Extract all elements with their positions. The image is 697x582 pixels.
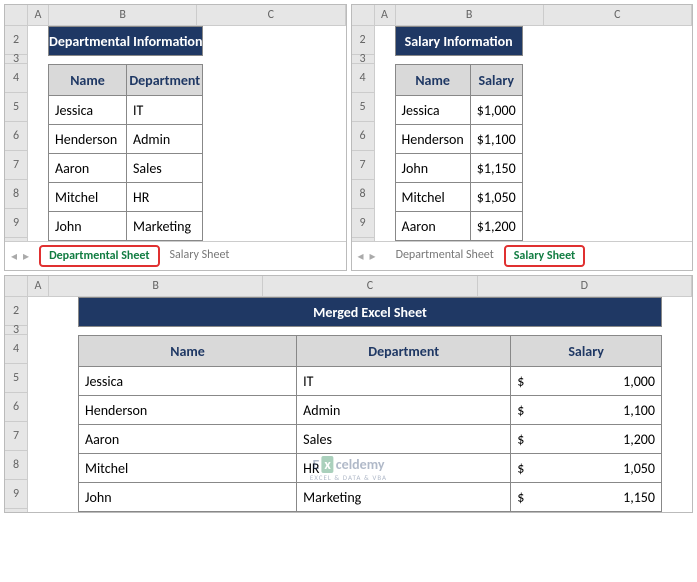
- table-row[interactable]: MitchelHR: [49, 183, 203, 212]
- col-b[interactable]: B: [396, 5, 544, 25]
- table-row[interactable]: Mitchel$1,050: [395, 183, 522, 212]
- col-a[interactable]: A: [375, 5, 396, 25]
- next-sheet-icon[interactable]: ▸: [23, 249, 29, 264]
- row-num[interactable]: 7: [352, 151, 374, 180]
- table-row[interactable]: HendersonAdmin$1,100: [79, 396, 662, 425]
- departmental-panel: A B C 2 3 4 5 6 7 8 9 Departmental Infor…: [4, 4, 347, 271]
- row-num[interactable]: 3: [352, 55, 374, 64]
- row-num[interactable]: 7: [5, 422, 27, 451]
- table-row[interactable]: AaronSales: [49, 154, 203, 183]
- row-num[interactable]: 2: [5, 297, 27, 326]
- row-num[interactable]: 9: [5, 480, 27, 509]
- salary-panel: A B C 2 3 4 5 6 7 8 9 Salary Information: [351, 4, 694, 271]
- row-num[interactable]: 5: [352, 93, 374, 122]
- row-headers: 2 3 4 5 6 7 8 9: [352, 26, 375, 241]
- tab-salary[interactable]: Salary Sheet: [504, 245, 585, 267]
- col-d[interactable]: D: [478, 276, 692, 296]
- th-name[interactable]: Name: [395, 65, 470, 96]
- table-row[interactable]: JohnMarketing$1,150: [79, 483, 662, 512]
- table-row[interactable]: JohnMarketing: [49, 212, 203, 241]
- prev-sheet-icon[interactable]: ◂: [11, 249, 17, 264]
- dept-table: Name Department JessicaIT HendersonAdmin…: [48, 64, 203, 241]
- column-headers: A B C: [5, 5, 346, 26]
- row-num[interactable]: 2: [352, 26, 374, 55]
- th-dept[interactable]: Department: [126, 65, 203, 96]
- col-c[interactable]: C: [263, 276, 477, 296]
- column-headers: A B C: [352, 5, 693, 26]
- col-b[interactable]: B: [49, 276, 263, 296]
- merged-panel: A B C D 2 3 4 5 6 7 8 9 Merged Excel She…: [4, 275, 693, 513]
- tab-departmental[interactable]: Departmental Sheet: [386, 244, 504, 268]
- table-row[interactable]: Jessica$1,000: [395, 96, 522, 125]
- tab-departmental[interactable]: Departmental Sheet: [39, 245, 159, 267]
- row-num[interactable]: 3: [5, 326, 27, 335]
- salary-title: Salary Information: [395, 26, 523, 56]
- sheet-tabs: ◂ ▸ Departmental Sheet Salary Sheet: [5, 241, 346, 270]
- row-num[interactable]: 8: [5, 451, 27, 480]
- row-num[interactable]: 6: [352, 122, 374, 151]
- dept-title: Departmental Information: [48, 26, 203, 56]
- table-row[interactable]: MitchelHR$1,050: [79, 454, 662, 483]
- row-num[interactable]: 3: [5, 55, 27, 64]
- prev-sheet-icon[interactable]: ◂: [358, 249, 364, 264]
- th-salary[interactable]: Salary: [511, 336, 662, 367]
- table-row[interactable]: JessicaIT: [49, 96, 203, 125]
- table-row[interactable]: HendersonAdmin: [49, 125, 203, 154]
- row-num[interactable]: 4: [352, 64, 374, 93]
- col-b[interactable]: B: [49, 5, 197, 25]
- row-num[interactable]: 5: [5, 93, 27, 122]
- row-num[interactable]: 8: [5, 180, 27, 209]
- table-row[interactable]: JessicaIT$1,000: [79, 367, 662, 396]
- next-sheet-icon[interactable]: ▸: [370, 249, 376, 264]
- col-c[interactable]: C: [197, 5, 345, 25]
- row-num[interactable]: 6: [5, 393, 27, 422]
- row-num[interactable]: 8: [352, 180, 374, 209]
- column-headers: A B C D: [5, 276, 692, 297]
- th-name[interactable]: Name: [79, 336, 297, 367]
- th-salary[interactable]: Salary: [470, 65, 522, 96]
- sheet-tabs: ◂ ▸ Departmental Sheet Salary Sheet: [352, 241, 693, 270]
- col-a[interactable]: A: [28, 276, 49, 296]
- row-headers: 2 3 4 5 6 7 8 9: [5, 26, 28, 241]
- salary-table: Name Salary Jessica$1,000 Henderson$1,10…: [395, 64, 523, 241]
- tab-salary[interactable]: Salary Sheet: [160, 244, 240, 268]
- table-row[interactable]: Henderson$1,100: [395, 125, 522, 154]
- table-row[interactable]: Aaron$1,200: [395, 212, 522, 241]
- row-num[interactable]: 4: [5, 335, 27, 364]
- row-num[interactable]: 5: [5, 364, 27, 393]
- table-row[interactable]: AaronSales$1,200: [79, 425, 662, 454]
- row-num[interactable]: 9: [5, 209, 27, 238]
- merged-table: Name Department Salary JessicaIT$1,000 H…: [78, 335, 662, 512]
- th-dept[interactable]: Department: [297, 336, 511, 367]
- row-num[interactable]: 2: [5, 26, 27, 55]
- col-a[interactable]: A: [28, 5, 49, 25]
- row-num[interactable]: 9: [352, 209, 374, 238]
- row-headers: 2 3 4 5 6 7 8 9: [5, 297, 28, 512]
- col-c[interactable]: C: [544, 5, 692, 25]
- th-name[interactable]: Name: [49, 65, 127, 96]
- row-num[interactable]: 6: [5, 122, 27, 151]
- row-num[interactable]: 4: [5, 64, 27, 93]
- merged-title: Merged Excel Sheet: [78, 297, 662, 327]
- table-row[interactable]: John$1,150: [395, 154, 522, 183]
- row-num[interactable]: 7: [5, 151, 27, 180]
